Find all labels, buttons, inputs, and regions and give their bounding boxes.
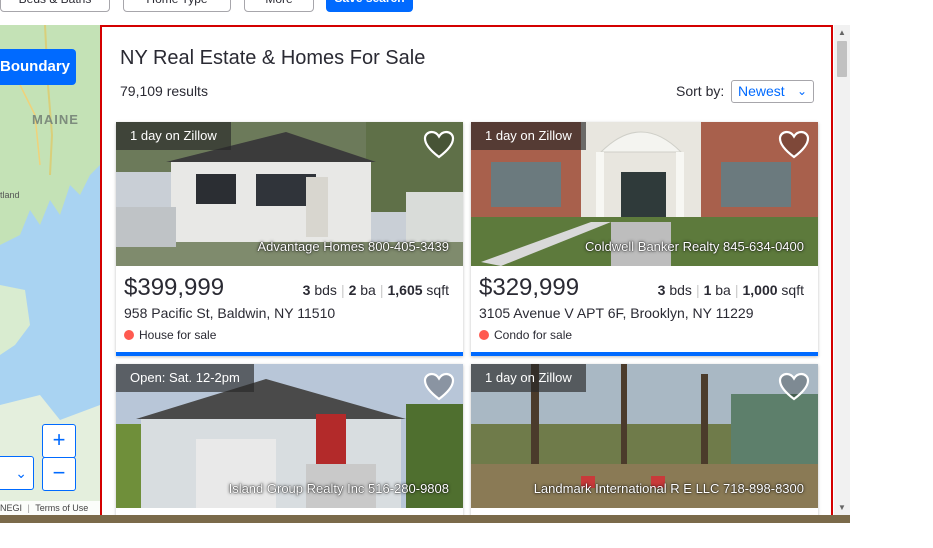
map-layers-button[interactable]: ⌄ — [0, 456, 34, 490]
baths-unit: ba — [715, 282, 731, 298]
sqft-count: 1,605 — [387, 282, 423, 298]
sort-label: Sort by: — [676, 83, 725, 99]
heart-icon[interactable] — [423, 372, 455, 402]
chevron-down-icon: ⌄ — [15, 465, 27, 481]
chevron-down-icon: ⌄ — [796, 84, 807, 98]
listing-price: $329,999 — [479, 274, 580, 301]
sort-select[interactable]: Newest ⌄ — [731, 80, 814, 103]
sort-value: Newest — [738, 83, 785, 99]
listing-badge: 1 day on Zillow — [471, 364, 586, 392]
scroll-up-arrow-icon[interactable]: ▲ — [838, 28, 846, 37]
beds-count: 3 — [657, 282, 666, 298]
listing-address[interactable]: 958 Pacific St, Baldwin, NY 11510 — [124, 305, 335, 321]
card-highlight — [116, 352, 463, 356]
map-attribution: NEGI — [0, 503, 23, 513]
map-town-label: tland — [0, 190, 20, 200]
listing-status: Condo for sale — [479, 328, 572, 342]
listing-card[interactable]: 1 day on Zillow Advantage Homes 800-405-… — [116, 122, 463, 356]
listing-photo[interactable]: 1 day on Zillow Coldwell Banker Realty 8… — [471, 122, 818, 266]
remove-boundary-button[interactable]: Boundary — [0, 49, 76, 85]
listing-photo[interactable]: 1 day on Zillow Advantage Homes 800-405-… — [116, 122, 463, 266]
listing-price: $399,999 — [124, 274, 225, 301]
brokerage-name: Coldwell Banker Realty 845-634-0400 — [585, 239, 804, 254]
status-dot-icon — [479, 330, 489, 340]
brokerage-name: Advantage Homes 800-405-3439 — [257, 239, 449, 254]
beds-baths-filter-button[interactable]: Beds & Baths — [0, 0, 110, 12]
heart-icon[interactable] — [778, 130, 810, 160]
listing-card[interactable]: Open: Sat. 12-2pm Island Group Realty In… — [116, 364, 463, 520]
scroll-thumb[interactable] — [837, 41, 847, 77]
results-scrollbar[interactable]: ▲ ▼ — [834, 25, 850, 515]
filter-bar: Beds & Baths Home Type More Save search — [0, 0, 850, 18]
zoom-out-button[interactable]: − — [42, 457, 76, 491]
listing-photo[interactable]: 1 day on Zillow Landmark International R… — [471, 364, 818, 508]
status-text: House for sale — [139, 328, 217, 342]
more-filter-button[interactable]: More — [244, 0, 314, 12]
brokerage-name: Island Group Realty Inc 516-280-9808 — [228, 481, 449, 496]
baths-count: 1 — [703, 282, 712, 298]
beds-unit: bds — [314, 282, 337, 298]
heart-icon[interactable] — [423, 130, 455, 160]
baths-unit: ba — [360, 282, 376, 298]
sqft-unit: sqft — [426, 282, 449, 298]
listing-photo[interactable]: Open: Sat. 12-2pm Island Group Realty In… — [116, 364, 463, 508]
card-highlight — [471, 352, 818, 356]
map[interactable]: Boundary MAINE tland + − ⌄ NEGI | Terms … — [0, 25, 100, 515]
save-search-button[interactable]: Save search — [326, 0, 413, 12]
bottom-strip — [0, 515, 850, 523]
sqft-unit: sqft — [781, 282, 804, 298]
listing-facts: 3 bds | 1 ba | 1,000 sqft — [657, 282, 804, 298]
listing-card[interactable]: 1 day on Zillow Coldwell Banker Realty 8… — [471, 122, 818, 356]
sqft-count: 1,000 — [742, 282, 778, 298]
status-text: Condo for sale — [494, 328, 573, 342]
scroll-down-arrow-icon[interactable]: ▼ — [838, 503, 846, 512]
listing-card[interactable]: 1 day on Zillow Landmark International R… — [471, 364, 818, 520]
heart-icon[interactable] — [778, 372, 810, 402]
listing-status: House for sale — [124, 328, 216, 342]
baths-count: 2 — [348, 282, 357, 298]
page-margin — [850, 0, 933, 548]
listing-badge: Open: Sat. 12-2pm — [116, 364, 254, 392]
terms-of-use-link[interactable]: Terms of Use — [35, 503, 88, 513]
zoom-in-button[interactable]: + — [42, 424, 76, 458]
page-title: NY Real Estate & Homes For Sale — [120, 47, 426, 69]
map-credits: NEGI | Terms of Use — [0, 501, 100, 515]
beds-count: 3 — [302, 282, 311, 298]
home-type-filter-button[interactable]: Home Type — [123, 0, 231, 12]
listing-badge: 1 day on Zillow — [116, 122, 231, 150]
listing-facts: 3 bds | 2 ba | 1,605 sqft — [302, 282, 449, 298]
listing-badge: 1 day on Zillow — [471, 122, 586, 150]
beds-unit: bds — [669, 282, 692, 298]
map-state-label: MAINE — [32, 112, 79, 127]
results-panel: NY Real Estate & Homes For Sale 79,109 r… — [100, 25, 833, 522]
status-dot-icon — [124, 330, 134, 340]
result-count: 79,109 results — [120, 83, 208, 99]
brokerage-name: Landmark International R E LLC 718-898-8… — [533, 481, 804, 496]
listing-address[interactable]: 3105 Avenue V APT 6F, Brooklyn, NY 11229 — [479, 305, 754, 321]
